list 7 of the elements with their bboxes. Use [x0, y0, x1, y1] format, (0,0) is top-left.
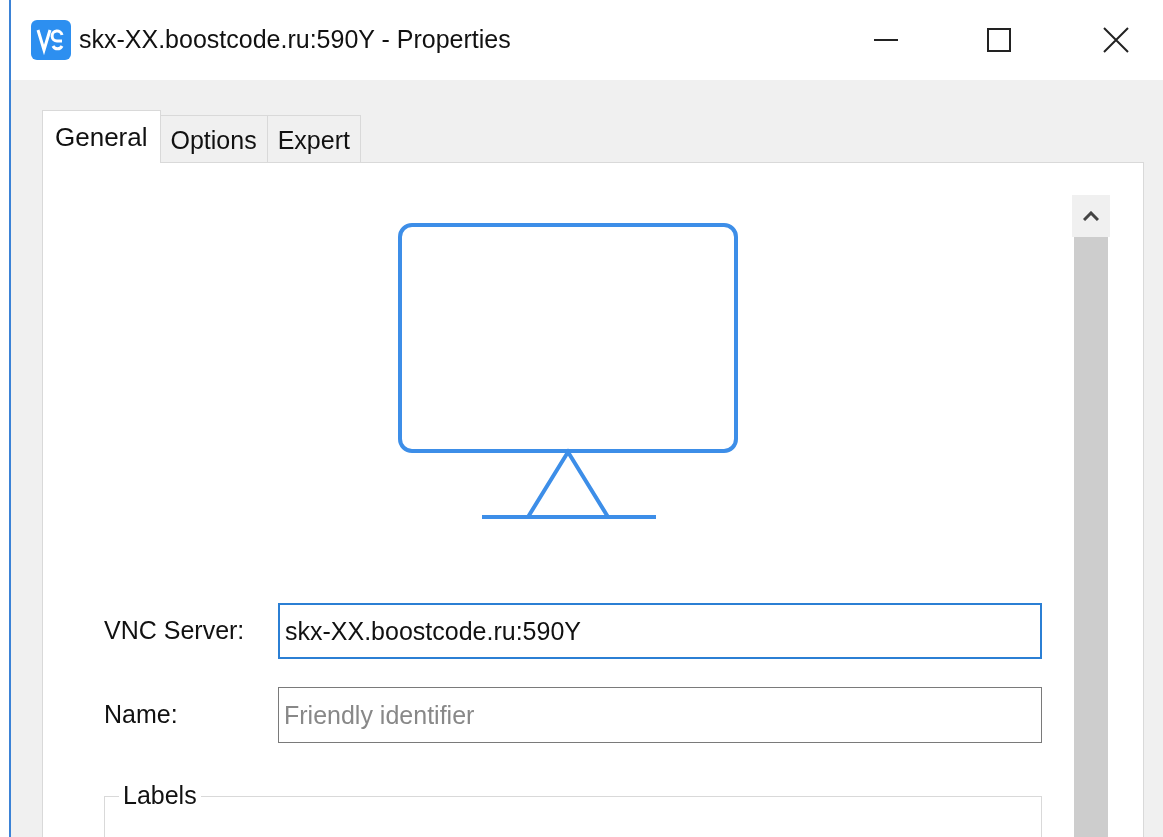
field-label: VNC Server: [104, 615, 246, 647]
window-title: skx-XX.boostcode.ru:590Y - Properties [79, 24, 511, 56]
tab[interactable]: Expert [266, 115, 361, 162]
input-field[interactable]: Friendly identifier [278, 687, 1042, 743]
field-label: Name: [104, 699, 179, 731]
input-field[interactable]: skx-XX.boostcode.ru:590Y [278, 603, 1042, 659]
tab[interactable]: General [42, 110, 161, 163]
